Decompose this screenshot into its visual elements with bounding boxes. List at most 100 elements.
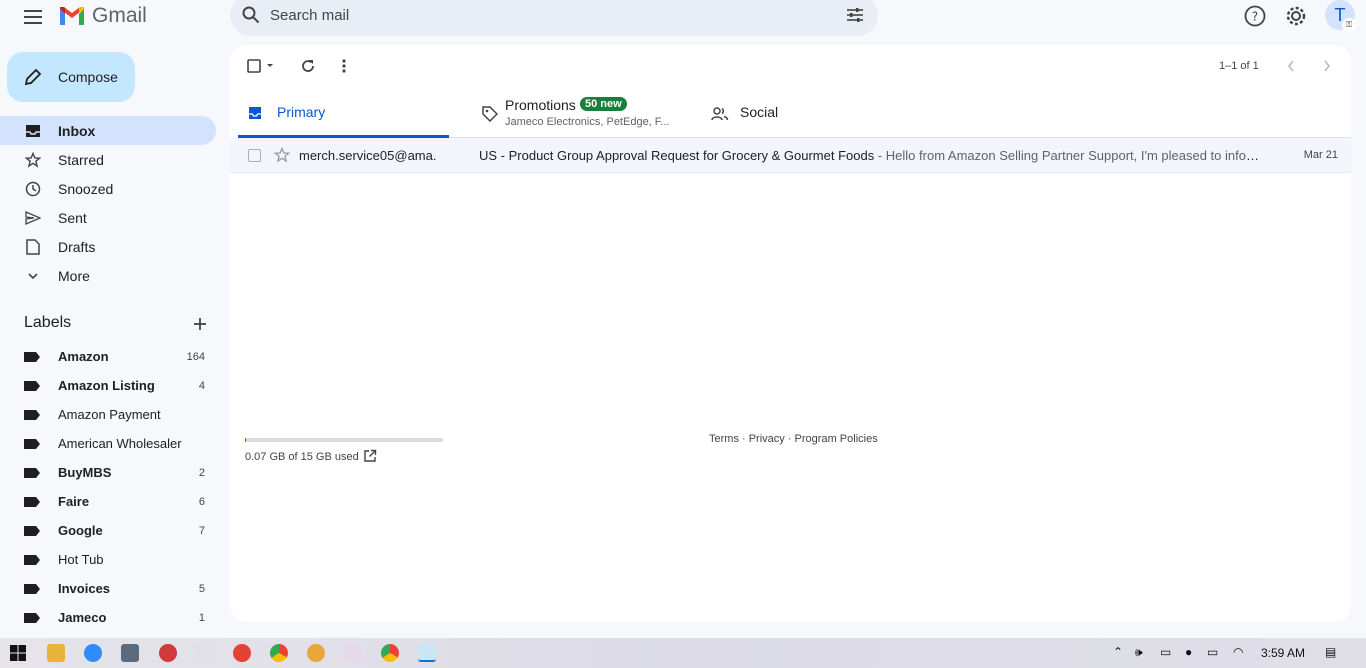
- pagination-text: 1–1 of 1: [1219, 60, 1259, 72]
- compose-button[interactable]: Compose: [7, 52, 135, 102]
- notifications-icon[interactable]: ▤: [1325, 645, 1336, 659]
- calculator-icon[interactable]: [121, 644, 139, 662]
- select-all-checkbox[interactable]: [246, 58, 276, 74]
- send-icon: [24, 209, 42, 227]
- storage-bar-fill: [245, 438, 246, 442]
- sidebar-item-label: Inbox: [58, 122, 96, 139]
- sidebar-item-drafts[interactable]: Drafts: [0, 232, 216, 261]
- sidebar-item-label: Snoozed: [58, 180, 114, 197]
- zoom-app-icon[interactable]: [84, 644, 102, 662]
- sidebar-item-label: Drafts: [58, 238, 96, 255]
- wifi-icon[interactable]: ◠: [1233, 645, 1243, 659]
- label-tag-icon: [24, 554, 40, 565]
- chevron-left-icon[interactable]: [1283, 57, 1299, 75]
- refresh-icon[interactable]: [299, 57, 317, 75]
- settings-gear-icon[interactable]: [1284, 4, 1308, 28]
- gmail-m-icon: [60, 7, 84, 25]
- search-icon[interactable]: [242, 6, 260, 29]
- tab-label: Social: [740, 104, 779, 120]
- label-item-american-wholesaler[interactable]: American Wholesaler: [0, 429, 216, 458]
- chevron-right-icon[interactable]: [1319, 57, 1335, 75]
- label-item-faire[interactable]: Faire 6: [0, 487, 216, 516]
- label-count: 6: [198, 495, 205, 508]
- gmail-logo[interactable]: Gmail: [58, 4, 147, 28]
- clock[interactable]: 3:59 AM: [1261, 646, 1305, 660]
- chevron-down-icon: [24, 267, 42, 285]
- storage-usage-text: 0.07 GB of 15 GB used: [245, 451, 359, 463]
- label-item-amazon[interactable]: Amazon 164: [0, 342, 216, 371]
- label-tag-icon: [24, 525, 40, 536]
- label-count: 5: [198, 582, 205, 595]
- add-label-icon[interactable]: [190, 314, 210, 334]
- battery-icon[interactable]: ▭: [1207, 645, 1218, 659]
- compose-label: Compose: [58, 69, 118, 85]
- volume-icon[interactable]: 🕪: [1135, 645, 1143, 660]
- star-icon[interactable]: [273, 146, 291, 166]
- label-tag-icon: [24, 612, 40, 623]
- app-icon-2[interactable]: [307, 644, 325, 662]
- email-subject: US - Product Group Approval Request for …: [479, 148, 875, 163]
- chrome-icon[interactable]: [270, 644, 288, 662]
- sidebar-item-starred[interactable]: Starred: [0, 145, 216, 174]
- microphone-icon[interactable]: ●: [1185, 645, 1192, 659]
- promotions-senders: Jameco Electronics, PetEdge, F...: [505, 116, 670, 128]
- sidebar-item-label: More: [58, 267, 90, 284]
- labels-list: Amazon 164 Amazon Listing 4 Amazon Payment…: [0, 342, 230, 632]
- label-name: Faire: [58, 494, 90, 509]
- sidebar-item-snoozed[interactable]: Snoozed: [0, 174, 216, 203]
- tab-primary[interactable]: Primary: [238, 93, 449, 138]
- help-icon[interactable]: ?: [1243, 4, 1267, 28]
- label-item-buymbs[interactable]: BuyMBS 2: [0, 458, 216, 487]
- open-external-icon[interactable]: [363, 449, 377, 468]
- snipping-tool-icon[interactable]: [159, 644, 177, 662]
- search-bar[interactable]: [230, 0, 878, 36]
- clock-icon: [24, 180, 42, 198]
- label-item-google[interactable]: Google 7: [0, 516, 216, 545]
- show-hidden-icons-icon[interactable]: ⌃: [1113, 645, 1123, 659]
- slack-icon[interactable]: [344, 644, 362, 662]
- people-icon: [711, 107, 729, 126]
- email-row[interactable]: merch.service05@ama. US - Product Group …: [230, 138, 1351, 173]
- camera-icon[interactable]: ▭: [1160, 645, 1171, 659]
- search-options-icon[interactable]: [846, 6, 864, 29]
- notepad-icon[interactable]: [418, 644, 436, 662]
- sidebar-nav: Inbox Starred Snoozed Sent Drafts More: [0, 116, 230, 290]
- label-item-jameco[interactable]: Jameco 1: [0, 603, 216, 632]
- label-item-hot-tub[interactable]: Hot Tub: [0, 545, 216, 574]
- file-explorer-icon[interactable]: [47, 644, 65, 662]
- label-count: 2: [198, 466, 205, 479]
- label-item-amazon-payment[interactable]: Amazon Payment: [0, 400, 216, 429]
- tab-promotions[interactable]: Promotions 50 new Jameco Electronics, Pe…: [472, 93, 682, 138]
- label-tag-icon: [24, 438, 40, 449]
- email-checkbox[interactable]: [248, 149, 261, 162]
- more-vert-icon[interactable]: [335, 57, 353, 75]
- windows-start-icon[interactable]: [9, 644, 27, 662]
- label-tag-icon: [24, 380, 40, 391]
- tab-social[interactable]: Social: [701, 93, 881, 138]
- chrome-profile-icon[interactable]: [381, 644, 399, 662]
- label-item-invoices[interactable]: Invoices 5: [0, 574, 216, 603]
- label-tag-icon: [24, 467, 40, 478]
- label-name: Jameco: [58, 610, 107, 625]
- footer-links[interactable]: Terms · Privacy · Program Policies: [709, 433, 878, 445]
- label-tag-icon: [24, 496, 40, 507]
- sidebar-item-label: Starred: [58, 151, 104, 168]
- app-icon[interactable]: [196, 644, 214, 662]
- wps-office-icon[interactable]: [233, 644, 251, 662]
- label-name: American Wholesaler: [58, 436, 182, 451]
- label-count: 1: [198, 611, 205, 624]
- labels-heading: Labels: [24, 314, 72, 331]
- draft-icon: [24, 238, 42, 256]
- label-tag-icon: [24, 351, 40, 362]
- label-name: Amazon: [58, 349, 109, 364]
- tab-label: Primary: [277, 104, 326, 120]
- search-input[interactable]: [270, 4, 810, 26]
- sidebar-item-inbox[interactable]: Inbox: [0, 116, 216, 145]
- label-name: Hot Tub: [58, 552, 104, 567]
- account-badge-icon: ⚿: [1342, 18, 1356, 32]
- sidebar-item-more[interactable]: More: [0, 261, 216, 290]
- label-item-amazon-listing[interactable]: Amazon Listing 4: [0, 371, 216, 400]
- main-menu-icon[interactable]: [20, 4, 46, 30]
- sidebar-item-sent[interactable]: Sent: [0, 203, 216, 232]
- label-name: Amazon Listing: [58, 378, 155, 393]
